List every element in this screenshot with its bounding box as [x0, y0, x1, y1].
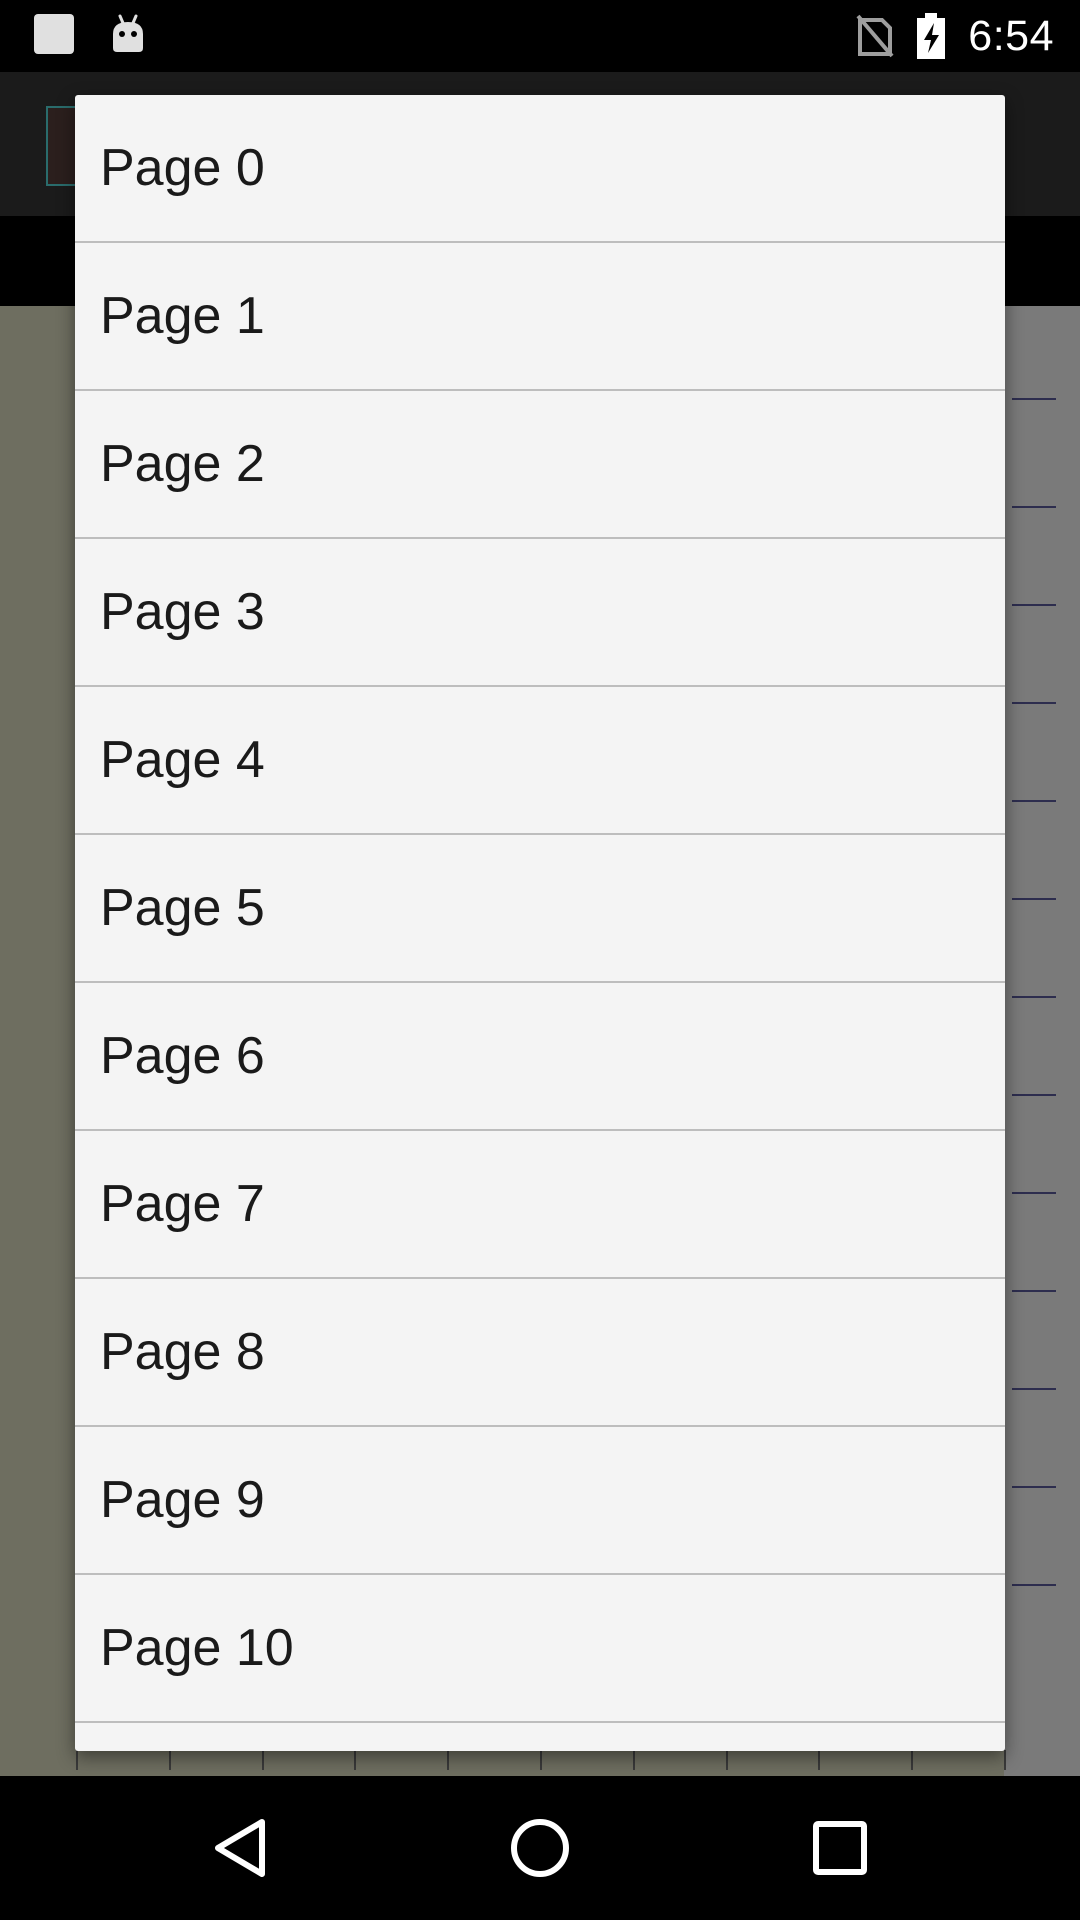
notification-icons [34, 14, 148, 54]
battery-charging-icon [917, 13, 946, 59]
page-item-label: Page 10 [100, 1619, 294, 1677]
ruler-tick [76, 1750, 78, 1770]
ruler-tick [168, 1750, 171, 1770]
decoration-line [1012, 398, 1056, 400]
decoration-line [1012, 1290, 1056, 1292]
ruler-tick [539, 1750, 542, 1770]
page-item-2[interactable]: Page 2 [75, 391, 1005, 539]
page-item-label: Page 9 [100, 1471, 265, 1529]
decoration-line [1012, 1192, 1056, 1194]
page-item-7[interactable]: Page 7 [75, 1131, 1005, 1279]
page-item-5[interactable]: Page 5 [75, 835, 1005, 983]
page-item-1[interactable]: Page 1 [75, 243, 1005, 391]
ruler-tick [447, 1750, 450, 1770]
ruler-tick [354, 1750, 357, 1770]
decoration-line [1012, 1486, 1056, 1488]
clock: 6:54 [968, 11, 1054, 60]
app-side-strip [1004, 306, 1080, 1776]
decoration-line [1012, 604, 1056, 606]
decoration-line [1012, 1388, 1056, 1390]
ruler-tick [911, 1750, 914, 1770]
decoration-line [1012, 1094, 1056, 1096]
ruler-tick [725, 1750, 728, 1770]
decoration-line [1012, 702, 1056, 704]
page-item-label: Page 7 [100, 1175, 265, 1233]
page-item-label: Page 3 [100, 583, 265, 641]
android-notification-icon [113, 14, 143, 52]
ruler-tick [632, 1750, 635, 1770]
status-bar: 6:54 [0, 0, 1080, 72]
page-item-label: Page 8 [100, 1323, 265, 1381]
recents-icon [813, 1821, 867, 1875]
page-item-0[interactable]: Page 0 [75, 95, 1005, 243]
navigation-bar [0, 1776, 1080, 1920]
notification-square-icon [34, 14, 74, 54]
page-item-label: Page 1 [100, 287, 265, 345]
page-item-10[interactable]: Page 10 [75, 1575, 1005, 1723]
page-item-label: Page 5 [100, 879, 265, 937]
page-select-dialog: Page 0 Page 1 Page 2 Page 3 Page 4 Page … [75, 95, 1005, 1751]
back-button[interactable] [202, 1810, 278, 1886]
page-item-3[interactable]: Page 3 [75, 539, 1005, 687]
ruler-tick [818, 1750, 821, 1770]
home-icon [511, 1819, 569, 1877]
decoration-line [1012, 996, 1056, 998]
page-item-label: Page 6 [100, 1027, 265, 1085]
page-item-11[interactable] [75, 1723, 1005, 1751]
decoration-line [1012, 898, 1056, 900]
ruler-tick [1003, 1750, 1006, 1770]
page-list[interactable]: Page 0 Page 1 Page 2 Page 3 Page 4 Page … [75, 95, 1005, 1751]
decoration-line [1012, 1584, 1056, 1586]
decoration-line [1012, 506, 1056, 508]
page-item-4[interactable]: Page 4 [75, 687, 1005, 835]
app-ruler [76, 1750, 1006, 1776]
page-item-label: Page 2 [100, 435, 265, 493]
home-button[interactable] [502, 1810, 578, 1886]
page-item-label: Page 4 [100, 731, 265, 789]
ruler-tick [261, 1750, 264, 1770]
page-item-6[interactable]: Page 6 [75, 983, 1005, 1131]
status-icons: 6:54 [856, 10, 1054, 62]
page-item-9[interactable]: Page 9 [75, 1427, 1005, 1575]
decoration-line [1012, 800, 1056, 802]
recents-button[interactable] [802, 1810, 878, 1886]
page-item-8[interactable]: Page 8 [75, 1279, 1005, 1427]
no-sim-icon [856, 14, 894, 58]
back-icon [215, 1819, 265, 1877]
page-item-label: Page 0 [100, 139, 265, 197]
